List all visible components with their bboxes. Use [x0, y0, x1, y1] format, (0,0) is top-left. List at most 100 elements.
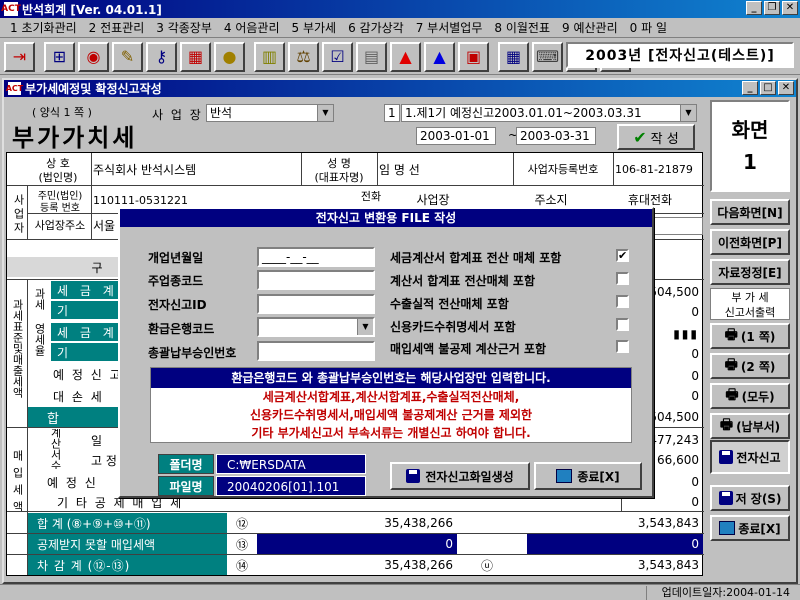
- coin-icon[interactable]: ●: [214, 41, 245, 72]
- checklist-icon[interactable]: ☑: [322, 41, 353, 72]
- menu-notes[interactable]: 4 어음관리: [218, 19, 286, 36]
- print-page1-button[interactable]: 🖶 (1 쪽): [710, 323, 790, 349]
- notice-line-3: 신용카드수취명세서,매입세액 불공제계산 근거를 제외한: [249, 408, 533, 422]
- print-all-button[interactable]: 🖶 (모두): [710, 383, 790, 409]
- window-minimize-button[interactable]: _: [742, 81, 758, 95]
- open-date-input[interactable]: ____-__-__: [257, 247, 375, 267]
- business-select[interactable]: 반석 ▼: [206, 104, 334, 122]
- printer-icon: 🖶: [724, 327, 738, 343]
- approval-no-input[interactable]: [257, 341, 375, 361]
- pencil-icon[interactable]: ✎: [112, 41, 143, 72]
- save-button[interactable]: 저 장(S): [710, 485, 790, 511]
- screen-indicator: 화면 1: [710, 100, 790, 192]
- row-nondeduct-label: 공제받지 못할 매입세액: [27, 534, 227, 554]
- print-page2-button[interactable]: 🖶 (2 쪽): [710, 353, 790, 379]
- app-logo: ACT: [1, 2, 21, 16]
- dialog-close-label: 종료[X]: [577, 469, 620, 484]
- folder-value[interactable]: C:₩ERSDATA: [216, 454, 366, 474]
- check-creditcard[interactable]: [616, 318, 629, 331]
- business-side-label: 사업자: [12, 194, 25, 236]
- app-window-controls: _ ❐ ✕: [746, 1, 798, 15]
- window-maximize-button[interactable]: □: [760, 81, 776, 95]
- date-to-input[interactable]: 2003-03-31: [516, 127, 596, 145]
- row-nondeduct-circle: ⑬: [235, 537, 248, 552]
- next-screen-button[interactable]: 다음화면[N]: [710, 199, 790, 225]
- menu-carryover[interactable]: 8 이월전표: [488, 19, 556, 36]
- menu-department[interactable]: 7 부서별업무: [410, 19, 489, 36]
- menu-vat[interactable]: 5 부가세: [286, 19, 343, 36]
- contact-header: 전화: [360, 190, 382, 203]
- menu-budget[interactable]: 9 예산관리: [556, 19, 624, 36]
- check-invoice[interactable]: [616, 272, 629, 285]
- regno-value: 106-81-21879: [615, 162, 693, 176]
- edit-data-button[interactable]: 자료정정[E]: [710, 259, 790, 285]
- window-close-button[interactable]: ✕: [778, 81, 794, 95]
- dialog-close-button[interactable]: 종료[X]: [534, 462, 642, 490]
- file-value[interactable]: 20040206[01].101: [216, 476, 366, 496]
- period-select[interactable]: 1.제1기 예정신고2003.01.01~2003.03.31 ▼: [401, 104, 697, 122]
- date-from-input[interactable]: 2003-01-01: [416, 127, 496, 145]
- screen-label: 화면: [731, 118, 769, 142]
- check-invoice-label: 계산서 합계표 전산매체 포함: [390, 274, 536, 288]
- row-sum: 합: [27, 407, 123, 427]
- print-payment-button[interactable]: 🖶 (납부서): [710, 413, 790, 439]
- printer-icon: 🖶: [725, 387, 739, 403]
- row-nondeduct-tax[interactable]: 0: [527, 534, 703, 554]
- arrow-up-red-icon[interactable]: ▲: [390, 41, 421, 72]
- report-icon[interactable]: ▣: [458, 41, 489, 72]
- check-tax-invoice[interactable]: ✔: [616, 249, 629, 262]
- generate-file-button[interactable]: 전자신고화일생성: [390, 462, 530, 490]
- row-total-tax: 3,543,843: [637, 516, 699, 530]
- minimize-button[interactable]: _: [746, 1, 762, 15]
- check-export[interactable]: [616, 295, 629, 308]
- vat-print-label-2: 신고서출력: [724, 306, 776, 319]
- row-diff-circle: ⑭: [235, 558, 248, 573]
- business-label: 사 업 장: [152, 108, 203, 122]
- org-chart-icon[interactable]: ⊞: [44, 41, 75, 72]
- print-page1-label: (1 쪽): [740, 329, 776, 344]
- globe-icon[interactable]: ◉: [78, 41, 109, 72]
- app-title: 반석회계 [Ver. 04.01.1]: [22, 2, 162, 17]
- app-title-bar: ACT 반석회계 [Ver. 04.01.1] _ ❐ ✕: [0, 0, 800, 18]
- row-diff-amount: 35,438,266: [384, 558, 453, 572]
- sales-section-label: 과세표준및매출세액: [11, 298, 24, 398]
- exit-icon[interactable]: ⇥: [4, 41, 35, 72]
- notebook-icon[interactable]: ▥: [254, 41, 285, 72]
- arrow-up-blue-icon[interactable]: ▲: [424, 41, 455, 72]
- row-taxable-invoice: 세 금 계: [51, 281, 121, 299]
- menu-voucher[interactable]: 2 전표관리: [83, 19, 151, 36]
- menu-file[interactable]: 0 파 일: [624, 19, 673, 36]
- create-button[interactable]: ✔ 작 성: [617, 124, 695, 150]
- calculator-icon[interactable]: ▦: [180, 41, 211, 72]
- menu-depreciation[interactable]: 6 감가상각: [342, 19, 410, 36]
- close-button[interactable]: ✕: [782, 1, 798, 15]
- printer-icon: 🖶: [724, 357, 738, 373]
- vat-window-title-bar: ACT 부가세예정및 확정신고작성 _ □ ✕: [4, 80, 796, 97]
- scale-icon[interactable]: ⚖: [288, 41, 319, 72]
- e-filing-button[interactable]: 전자신고: [710, 440, 790, 474]
- industry-code-input[interactable]: [257, 270, 375, 290]
- refund-bank-select[interactable]: ▼: [257, 317, 375, 337]
- keyboard-icon[interactable]: ⌨: [532, 41, 563, 72]
- contact-address: 주소지: [534, 192, 568, 207]
- exit-button[interactable]: 종료[X]: [710, 515, 790, 541]
- grid-icon[interactable]: ▦: [498, 41, 529, 72]
- register-icon[interactable]: ▤: [356, 41, 387, 72]
- corp-label-2: 등록 번호: [40, 202, 80, 214]
- rep-value: 임 명 선: [379, 162, 420, 177]
- key-icon[interactable]: ⚷: [146, 41, 177, 72]
- period-number: 1: [384, 104, 400, 122]
- menu-ledgers[interactable]: 3 각종장부: [150, 19, 218, 36]
- approval-no-label: 총괄납부승인번호: [148, 346, 237, 360]
- menu-init[interactable]: 1 초기화관리: [4, 19, 83, 36]
- row-taxable-other: 기: [51, 301, 121, 319]
- row-nondeduct-amount[interactable]: 0: [257, 534, 457, 554]
- prev-screen-button[interactable]: 이전화면[P]: [710, 229, 790, 255]
- restore-button[interactable]: ❐: [764, 1, 780, 15]
- print-page2-label: (2 쪽): [740, 359, 776, 374]
- check-nondeduct[interactable]: [616, 340, 629, 353]
- e-filing-dialog: 전자신고 변환용 FILE 작성 개업년월일 ____-__-__ 주업종코드 …: [118, 207, 654, 498]
- open-date-label: 개업년월일: [148, 251, 204, 265]
- row-invoice-received-label: 세금계산서수취분: [27, 429, 83, 469]
- efiling-id-input[interactable]: [257, 294, 375, 314]
